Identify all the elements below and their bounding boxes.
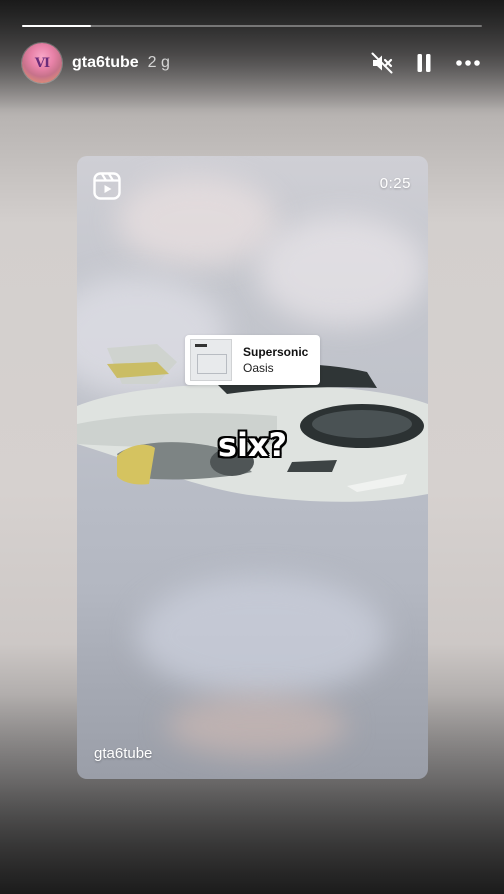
reel-author[interactable]: gta6tube [94, 745, 152, 762]
more-options-icon [456, 60, 480, 66]
mute-button[interactable] [368, 49, 396, 77]
cloud-decoration [117, 176, 277, 266]
album-art-image [190, 339, 232, 381]
reels-icon [93, 172, 121, 205]
story-header: VI gta6tube 2 g [22, 43, 482, 83]
story-progress-fill [22, 25, 91, 27]
song-artist: Oasis [243, 360, 274, 375]
more-options-button[interactable] [454, 49, 482, 77]
cloud-decoration [167, 696, 347, 756]
story-viewer[interactable]: VI gta6tube 2 g 0:25 Supersonic Oasis si… [0, 0, 504, 894]
song-title: Supersonic [243, 344, 309, 359]
story-username[interactable]: gta6tube [72, 54, 139, 72]
story-controls [368, 49, 482, 77]
cloud-decoration [257, 216, 427, 326]
song-info: Supersonic Oasis [243, 345, 308, 376]
reel-caption: six? [217, 426, 288, 464]
reel-duration: 0:25 [379, 175, 411, 192]
story-timestamp: 2 g [147, 54, 170, 71]
cloud-decoration [137, 576, 387, 696]
pause-icon [417, 54, 431, 72]
music-sticker[interactable]: Supersonic Oasis [185, 335, 320, 385]
reel-preview[interactable]: 0:25 Supersonic Oasis six? gta6tube [77, 156, 428, 779]
story-progress-bar [22, 25, 482, 27]
avatar-logo-text: VI [34, 55, 50, 71]
avatar[interactable]: VI [22, 43, 62, 83]
speaker-muted-icon [371, 52, 393, 74]
pause-button[interactable] [410, 49, 438, 77]
